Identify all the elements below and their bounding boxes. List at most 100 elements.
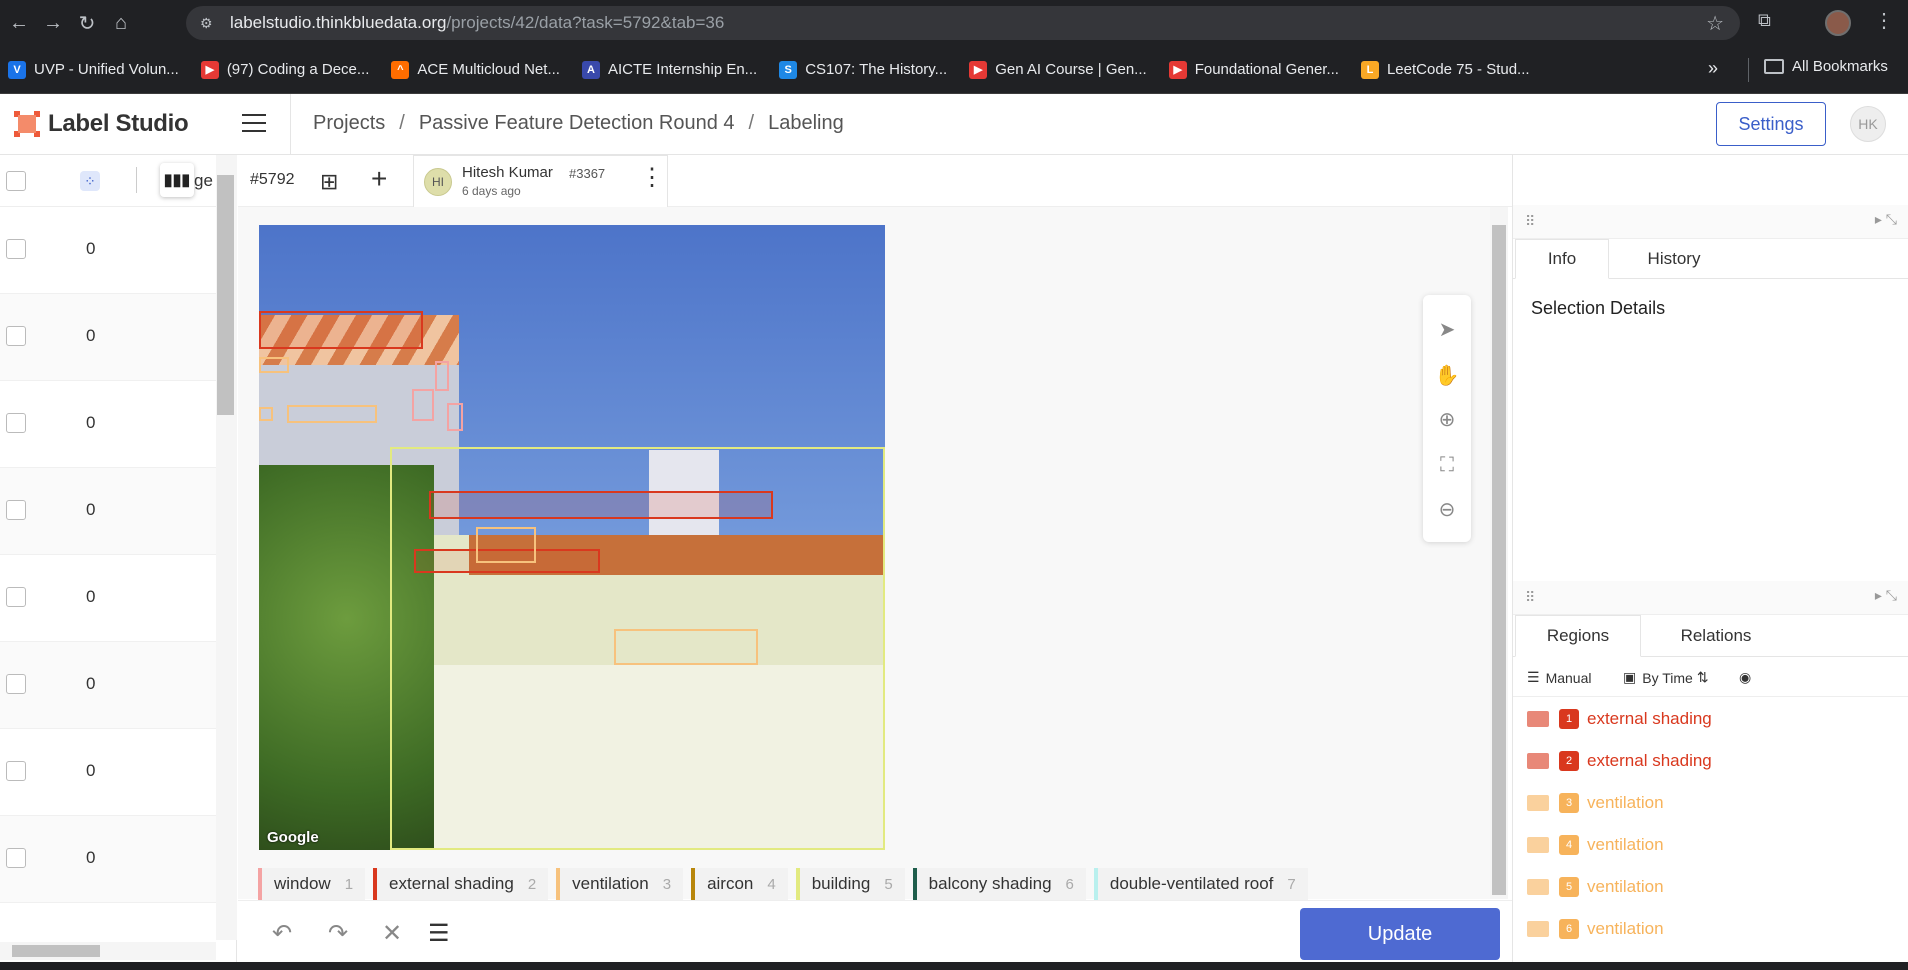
select-tool-icon[interactable]: ➤	[1423, 309, 1471, 349]
region-box[interactable]	[435, 361, 449, 391]
add-annotation-icon[interactable]: +	[371, 163, 387, 195]
region-item[interactable]: 3 ventilation	[1513, 782, 1908, 824]
region-item[interactable]: 4 ventilation	[1513, 824, 1908, 866]
table-row[interactable]: 0	[0, 555, 216, 642]
bookmark-star-icon[interactable]: ☆	[1706, 11, 1724, 36]
sort-by-time-button[interactable]: ▣ By Time ⇅	[1623, 669, 1709, 686]
label-chip[interactable]: building 5	[795, 868, 905, 900]
scroll-thumb[interactable]	[12, 945, 100, 957]
scroll-thumb[interactable]	[1492, 225, 1506, 895]
label-chip[interactable]: external shading 2	[373, 868, 549, 900]
visibility-eye-icon[interactable]: ◉	[1739, 669, 1751, 686]
row-checkbox[interactable]	[6, 587, 26, 607]
region-item[interactable]: 2 external shading	[1513, 740, 1908, 782]
update-button[interactable]: Update	[1300, 908, 1500, 960]
manual-order-button[interactable]: ☰ Manual	[1527, 669, 1591, 686]
forward-icon[interactable]: →	[36, 6, 70, 40]
info-panel-grip[interactable]: ⠿ ▸ ⤡	[1513, 205, 1908, 239]
region-item[interactable]: 6 ventilation	[1513, 908, 1908, 950]
row-checkbox[interactable]	[6, 848, 26, 868]
annotation-menu-icon[interactable]: ⋮	[640, 166, 664, 190]
drag-handle-icon[interactable]: ⠿	[1525, 213, 1535, 230]
profile-avatar[interactable]	[1825, 10, 1851, 36]
canvas-vscroll[interactable]	[1490, 207, 1508, 899]
label-chip[interactable]: ventilation 3	[556, 868, 684, 900]
bookmark-item[interactable]: ▶ Gen AI Course | Gen...	[969, 60, 1147, 79]
table-row[interactable]: 0	[0, 642, 216, 729]
pan-tool-icon[interactable]: ✋	[1423, 355, 1471, 395]
annotation-tab[interactable]: HI Hitesh Kumar #3367 6 days ago ⋮	[413, 155, 668, 207]
region-box[interactable]	[412, 389, 434, 421]
row-checkbox[interactable]	[6, 326, 26, 346]
extensions-icon[interactable]: ⧉	[1758, 10, 1771, 31]
panel-controls-icon[interactable]: ▸ ⤡	[1875, 211, 1897, 228]
tab-info[interactable]: Info	[1515, 239, 1609, 279]
drag-handle-icon[interactable]: ⠿	[1525, 589, 1535, 606]
table-row[interactable]: 0	[0, 381, 216, 468]
more-bookmarks-icon[interactable]: »	[1708, 58, 1718, 79]
row-checkbox[interactable]	[6, 761, 26, 781]
zoom-in-icon[interactable]: ⊕	[1423, 399, 1471, 439]
bookmark-item[interactable]: A AICTE Internship En...	[581, 60, 757, 79]
row-checkbox[interactable]	[6, 239, 26, 259]
region-box[interactable]	[447, 403, 463, 431]
table-row[interactable]: 0	[0, 468, 216, 555]
label-chip[interactable]: double-ventilated roof 7	[1093, 868, 1308, 900]
table-row[interactable]: 0	[0, 816, 216, 903]
tab-regions[interactable]: Regions	[1515, 615, 1641, 657]
user-avatar[interactable]: HK	[1850, 106, 1886, 142]
zoom-fit-icon[interactable]: ⛶	[1423, 445, 1471, 485]
sort-direction-icon[interactable]: ⇅	[1697, 669, 1709, 686]
region-box[interactable]	[259, 311, 423, 349]
zoom-out-icon[interactable]: ⊖	[1423, 489, 1471, 529]
task-list-vscroll[interactable]	[216, 155, 237, 940]
table-row[interactable]: 0	[0, 294, 216, 381]
table-row[interactable]: 0	[0, 207, 216, 294]
grid-view-icon[interactable]: ⁘	[80, 171, 100, 191]
bookmark-item[interactable]: ^ ACE Multicloud Net...	[391, 60, 560, 79]
bookmark-item[interactable]: ▶ (97) Coding a Dece...	[200, 60, 369, 79]
region-box[interactable]	[259, 407, 273, 421]
regions-panel-grip[interactable]: ⠿ ▸ ⤡	[1513, 581, 1908, 615]
region-item[interactable]: 1 external shading	[1513, 698, 1908, 740]
annotations-grid-icon[interactable]: ⊞	[320, 169, 338, 195]
hamburger-menu-icon[interactable]	[242, 114, 266, 134]
breadcrumb-projects[interactable]: Projects	[313, 112, 385, 135]
chrome-menu-icon[interactable]: ⋮	[1874, 8, 1894, 33]
region-item[interactable]: 5 ventilation	[1513, 866, 1908, 908]
reload-icon[interactable]: ↻	[70, 6, 104, 40]
region-box[interactable]	[614, 629, 758, 665]
region-box[interactable]	[259, 357, 289, 373]
label-chip[interactable]: aircon 4	[691, 868, 788, 900]
bookmark-item[interactable]: V UVP - Unified Volun...	[8, 60, 179, 79]
region-box[interactable]	[287, 405, 377, 423]
settings-button[interactable]: Settings	[1716, 102, 1826, 146]
panel-controls-icon[interactable]: ▸ ⤡	[1875, 587, 1897, 604]
tab-history[interactable]: History	[1609, 239, 1739, 279]
label-chip[interactable]: balcony shading 6	[912, 868, 1086, 900]
street-image[interactable]: Google	[259, 225, 885, 850]
breadcrumb-project[interactable]: Passive Feature Detection Round 4	[419, 112, 735, 135]
row-checkbox[interactable]	[6, 500, 26, 520]
logo[interactable]: Label Studio	[14, 110, 189, 138]
bookmark-item[interactable]: L LeetCode 75 - Stud...	[1360, 60, 1530, 79]
site-settings-icon[interactable]: ⚙	[200, 15, 222, 32]
task-list-hscroll[interactable]	[0, 942, 216, 960]
label-chip[interactable]: window 1	[258, 868, 366, 900]
select-all-checkbox[interactable]	[6, 171, 26, 191]
columns-icon[interactable]: ▮▮▮	[160, 163, 194, 197]
table-row[interactable]: 0	[0, 729, 216, 816]
scroll-thumb[interactable]	[217, 175, 234, 415]
back-icon[interactable]: ←	[2, 6, 36, 40]
settings-sliders-icon[interactable]: ☰	[428, 919, 450, 948]
undo-icon[interactable]: ↶	[272, 919, 292, 948]
bookmark-item[interactable]: ▶ Foundational Gener...	[1168, 60, 1339, 79]
region-box[interactable]	[429, 491, 773, 519]
tab-relations[interactable]: Relations	[1641, 615, 1791, 657]
redo-icon[interactable]: ↷	[328, 919, 348, 948]
all-bookmarks-button[interactable]: All Bookmarks	[1764, 58, 1888, 75]
row-checkbox[interactable]	[6, 674, 26, 694]
home-icon[interactable]: ⌂	[104, 6, 138, 40]
bookmark-item[interactable]: S CS107: The History...	[779, 60, 947, 79]
address-bar[interactable]: ⚙ labelstudio.thinkbluedata.org/projects…	[186, 6, 1740, 40]
